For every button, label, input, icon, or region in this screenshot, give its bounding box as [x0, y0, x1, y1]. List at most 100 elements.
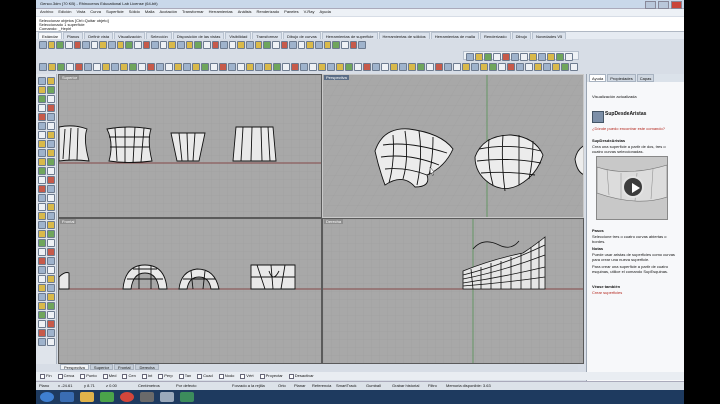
- toolbar-icon[interactable]: [570, 63, 578, 71]
- toolbar-icon[interactable]: [345, 63, 353, 71]
- toolbar-icon[interactable]: [291, 63, 299, 71]
- viewport-label[interactable]: Derecha: [324, 219, 344, 224]
- toolbar-icon[interactable]: [174, 63, 182, 71]
- toolbar-icon[interactable]: [462, 63, 470, 71]
- command-prompt[interactable]: Comando: _Hepirl: [39, 26, 71, 31]
- tool-icon[interactable]: [38, 338, 46, 346]
- tool-icon[interactable]: [47, 185, 55, 193]
- app-icon[interactable]: [180, 392, 194, 402]
- tool-icon[interactable]: [38, 86, 46, 94]
- toolbar-icon[interactable]: [289, 41, 297, 49]
- toolbar-icon[interactable]: [534, 63, 542, 71]
- toolbar-icon[interactable]: [556, 53, 564, 61]
- tool-icon[interactable]: [38, 149, 46, 157]
- toolbar-icon[interactable]: [108, 41, 116, 49]
- toolbar-tab[interactable]: Herramientas de sólidos: [378, 32, 430, 39]
- tool-icon[interactable]: [38, 122, 46, 130]
- osnap-checkbox[interactable]: Perp: [158, 373, 172, 378]
- toolbar-icon[interactable]: [165, 63, 173, 71]
- menu-item-curva[interactable]: Curva: [90, 9, 101, 16]
- tool-icon[interactable]: [47, 194, 55, 202]
- tool-icon[interactable]: [47, 293, 55, 301]
- menu-item-archivo[interactable]: Archivo: [40, 9, 53, 16]
- osnap-checkbox[interactable]: Desactivar: [289, 373, 314, 378]
- toolbar-icon[interactable]: [507, 63, 515, 71]
- toolbar-icon[interactable]: [194, 41, 202, 49]
- viewport-tab[interactable]: Derecha: [135, 364, 159, 370]
- osnap-checkbox[interactable]: Vért: [240, 373, 253, 378]
- maximize-button[interactable]: [658, 1, 669, 9]
- toolbar-icon[interactable]: [516, 63, 524, 71]
- tool-icon[interactable]: [38, 176, 46, 184]
- ie-icon[interactable]: [60, 392, 74, 402]
- menu-item-analisis[interactable]: Análisis: [238, 9, 252, 16]
- toolbar-icon[interactable]: [264, 63, 272, 71]
- osnap-checkbox[interactable]: Cen: [122, 373, 135, 378]
- panel-tab-properties[interactable]: Propiedades: [607, 74, 636, 82]
- where-link[interactable]: ¿Dónde puedo encontrar este comando?: [592, 126, 665, 131]
- command-area[interactable]: Seleccionar objetos [Ctrl=Quitar objeto]…: [36, 17, 684, 32]
- menu-item-vista[interactable]: Vista: [76, 9, 85, 16]
- toolbar-tab[interactable]: Transformar: [252, 32, 282, 39]
- toolbar-icon[interactable]: [323, 41, 332, 49]
- toolbar-icon[interactable]: [484, 53, 492, 61]
- status-toggle[interactable]: Gumball: [366, 383, 381, 388]
- toolbar-icon[interactable]: [502, 53, 510, 61]
- toolbar-icon[interactable]: [354, 63, 362, 71]
- tool-icon[interactable]: [38, 329, 46, 337]
- toolbar-icon[interactable]: [125, 41, 133, 49]
- toolbar-tab[interactable]: Dibujo de curvas: [282, 32, 321, 39]
- tool-icon[interactable]: [38, 320, 46, 328]
- toolbar-icon[interactable]: [211, 41, 220, 49]
- tool-icon[interactable]: [47, 230, 55, 238]
- toolbar-icon[interactable]: [561, 63, 569, 71]
- tool-icon[interactable]: [38, 158, 46, 166]
- menu-item-renderizado[interactable]: Renderizado: [256, 9, 279, 16]
- osnap-checkbox[interactable]: Cuad: [197, 373, 213, 378]
- viewport-perspective[interactable]: Perspectiva: [322, 74, 584, 218]
- toolbar-tab[interactable]: Visibilidad: [225, 32, 252, 39]
- toolbar-tab[interactable]: Dibujo: [511, 32, 531, 39]
- toolbar-icon[interactable]: [408, 63, 416, 71]
- toolbar-icon[interactable]: [358, 41, 366, 49]
- tool-icon[interactable]: [47, 338, 55, 346]
- tool-icon[interactable]: [38, 203, 46, 211]
- tool-icon[interactable]: [38, 221, 46, 229]
- toolbar-icon[interactable]: [237, 63, 245, 71]
- toolbar-icon[interactable]: [511, 53, 519, 61]
- tool-icon[interactable]: [47, 212, 55, 220]
- tool-icon[interactable]: [47, 131, 55, 139]
- tool-icon[interactable]: [47, 176, 55, 184]
- tool-icon[interactable]: [38, 293, 46, 301]
- tool-icon[interactable]: [38, 113, 46, 121]
- tool-icon[interactable]: [38, 104, 46, 112]
- toolbar-icon[interactable]: [547, 53, 555, 61]
- toolbar-icon[interactable]: [417, 63, 425, 71]
- chrome-icon[interactable]: [120, 392, 134, 402]
- toolbar-icon[interactable]: [84, 63, 92, 71]
- app-icon[interactable]: [140, 392, 154, 402]
- tool-icon[interactable]: [47, 203, 55, 211]
- toolbar-tab[interactable]: Definir vista: [84, 32, 114, 39]
- toolbar-icon[interactable]: [363, 63, 371, 71]
- toolbar-tab[interactable]: Visualización: [114, 32, 146, 39]
- osnap-checkbox[interactable]: Nodo: [219, 373, 235, 378]
- toolbar-icon[interactable]: [220, 41, 228, 49]
- toolbar-icon[interactable]: [102, 63, 110, 71]
- toolbar-tab[interactable]: Novedades V5: [531, 32, 567, 39]
- menu-item-herramientas[interactable]: Herramientas: [209, 9, 233, 16]
- toolbar-icon[interactable]: [489, 63, 497, 71]
- toolbar-icon[interactable]: [39, 63, 47, 71]
- toolbar-icon[interactable]: [282, 63, 290, 71]
- toolbar-icon[interactable]: [201, 63, 209, 71]
- tool-icon[interactable]: [47, 95, 55, 103]
- toolbar-icon[interactable]: [475, 53, 483, 61]
- toolbar-icon[interactable]: [246, 63, 254, 71]
- toolbar-icon[interactable]: [39, 41, 47, 49]
- toolbar-icon[interactable]: [255, 63, 263, 71]
- status-toggle[interactable]: Filtro: [428, 383, 437, 388]
- play-icon[interactable]: [622, 176, 644, 198]
- osnap-checkbox[interactable]: Med: [103, 373, 117, 378]
- minimize-button[interactable]: [645, 1, 656, 9]
- tool-icon[interactable]: [47, 122, 55, 130]
